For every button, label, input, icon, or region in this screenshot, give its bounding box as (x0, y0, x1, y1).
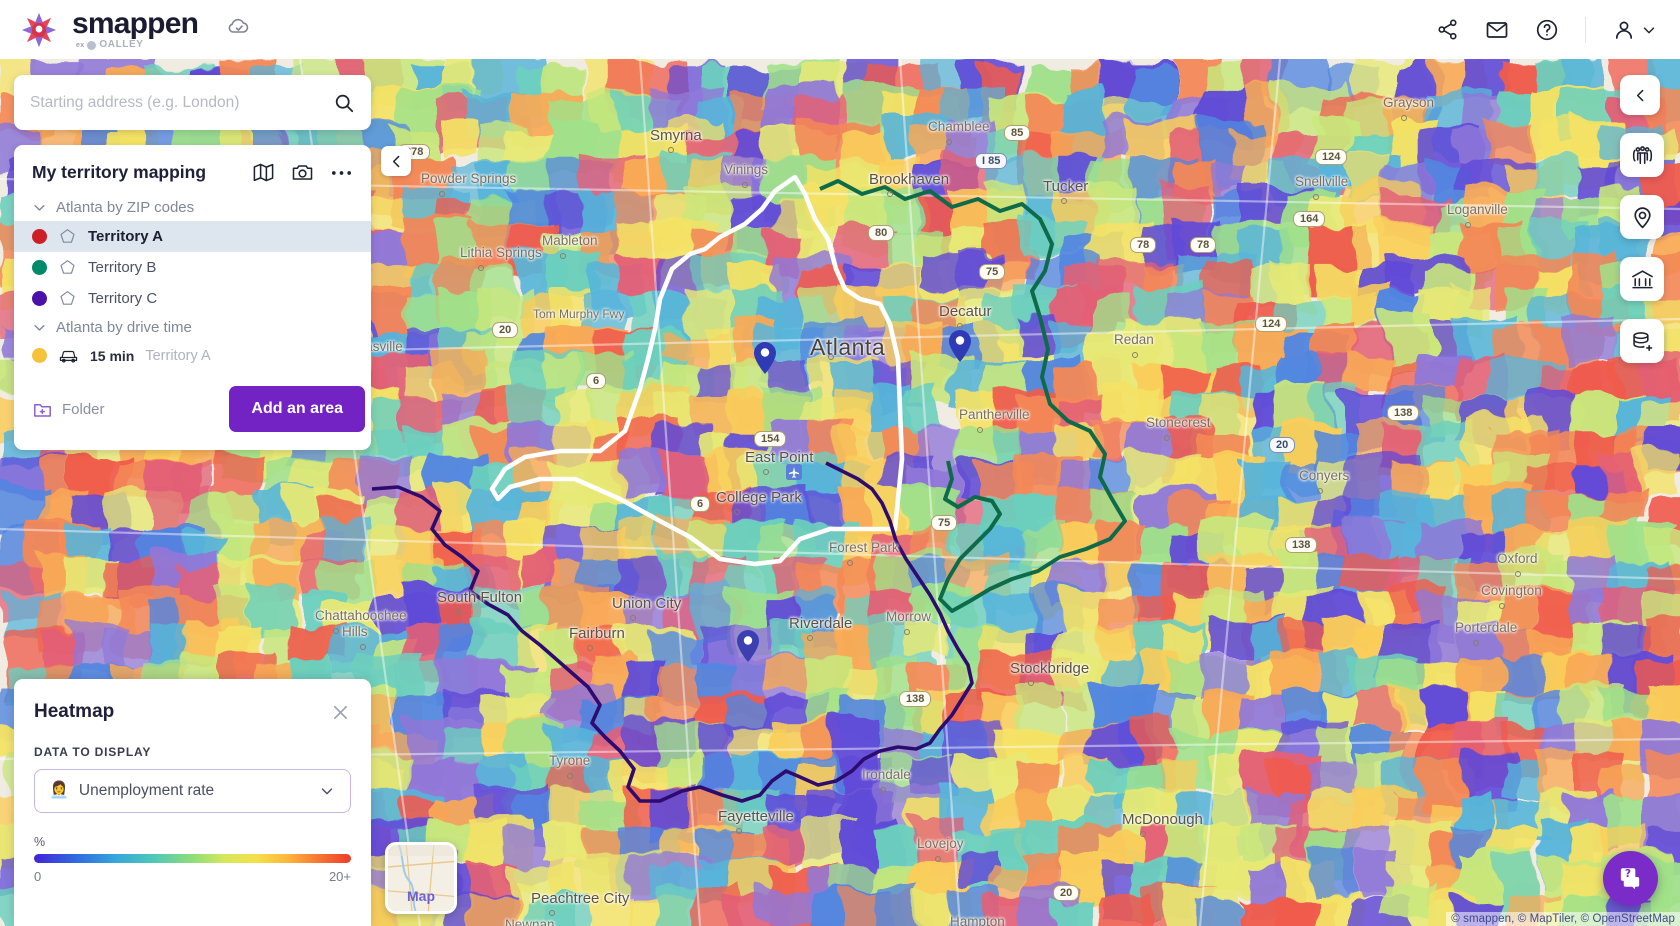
account-menu[interactable] (1612, 18, 1658, 42)
heatmap-panel: Heatmap DATA TO DISPLAY 👩‍💼 Unemployment… (14, 679, 371, 926)
smappen-flower-icon (20, 11, 58, 49)
help-icon[interactable] (1535, 18, 1559, 42)
cloud-save-icon[interactable] (226, 16, 252, 43)
chevron-down-icon (34, 204, 45, 211)
territory-label: Territory A (88, 228, 164, 245)
car-icon (59, 350, 78, 363)
drive-time-row[interactable]: 15 min Territory A (14, 341, 371, 370)
more-options-icon[interactable] (330, 168, 353, 178)
close-icon[interactable] (330, 702, 351, 723)
database-plus-icon (1632, 331, 1652, 351)
territory-label: Territory B (88, 259, 157, 276)
toolbar-divider (1585, 16, 1586, 43)
help-chat-button[interactable]: ? (1603, 851, 1658, 906)
collapse-left-panel-button[interactable] (381, 146, 411, 176)
heatmap-title: Heatmap (34, 701, 115, 722)
basemap-label: Map (407, 888, 435, 904)
chevron-left-icon (392, 155, 399, 167)
top-actions (1436, 16, 1658, 43)
camera-icon[interactable] (291, 161, 314, 184)
folder-plus-icon (34, 403, 51, 417)
brand-sub: ex OALLEY (76, 40, 198, 50)
territory-row-a[interactable]: Territory A (14, 221, 371, 252)
color-swatch[interactable] (32, 260, 47, 275)
data-to-display-select[interactable]: 👩‍💼 Unemployment rate (34, 769, 351, 813)
polygon-icon (60, 229, 75, 243)
chat-question-icon: ? (1620, 868, 1640, 890)
share-icon[interactable] (1436, 18, 1459, 41)
right-toolbar (1620, 75, 1664, 363)
data-to-display-label: DATA TO DISPLAY (34, 745, 152, 759)
drive-time-value: 15 min (90, 347, 135, 364)
folder-label: Folder (62, 400, 105, 418)
basemap-switcher[interactable]: Map (385, 842, 457, 914)
oalley-mark-icon (87, 40, 97, 50)
chevron-down-icon (34, 324, 45, 331)
add-folder-button[interactable]: Folder (32, 399, 105, 420)
group-label: Atlanta by ZIP codes (56, 199, 195, 216)
group-header-drive-time[interactable]: Atlanta by drive time (14, 314, 371, 341)
color-swatch[interactable] (32, 291, 47, 306)
brand-logo[interactable]: smappen ex OALLEY (20, 9, 252, 50)
territory-label: Territory C (88, 290, 158, 307)
search-input[interactable] (30, 93, 325, 112)
legend-unit: % (34, 835, 46, 849)
polygon-icon (60, 291, 75, 305)
search-bar[interactable] (14, 75, 371, 130)
airport-icon (786, 464, 802, 480)
brand-sub-prefix: ex (76, 41, 85, 49)
top-bar: smappen ex OALLEY (0, 0, 1680, 59)
population-data-button[interactable] (1620, 133, 1664, 177)
group-label: Atlanta by drive time (56, 319, 192, 336)
map-attribution: © smappen, © MapTiler, © OpenStreetMap (1446, 912, 1680, 926)
page-title: My territory mapping (32, 162, 207, 182)
brand-sub-name: OALLEY (99, 39, 144, 50)
color-swatch[interactable] (32, 348, 47, 363)
legend-min: 0 (34, 869, 42, 884)
group-header-zip[interactable]: Atlanta by ZIP codes (14, 194, 371, 221)
chevron-down-icon (1643, 26, 1655, 33)
add-area-button[interactable]: Add an area (229, 386, 365, 432)
legend-max: 20+ (328, 869, 351, 884)
people-icon (1632, 145, 1652, 164)
brand-name: smappen (72, 7, 199, 40)
collapse-right-panel-button[interactable] (1620, 75, 1660, 115)
office-worker-icon: 👩‍💼 (49, 782, 69, 799)
territory-row-c[interactable]: Territory C (14, 283, 371, 314)
location-pin-icon (1633, 206, 1651, 228)
map-view-icon[interactable] (252, 161, 275, 184)
chevron-left-icon (1636, 89, 1643, 101)
polygon-icon (60, 260, 75, 274)
search-icon[interactable] (325, 92, 355, 114)
layers-panel-footer: Folder Add an area (14, 370, 371, 432)
user-icon (1615, 21, 1633, 39)
mail-icon[interactable] (1485, 18, 1509, 42)
competitors-button[interactable] (1620, 257, 1664, 301)
import-data-button[interactable] (1620, 319, 1664, 363)
territory-row-b[interactable]: Territory B (14, 252, 371, 283)
drive-time-sublabel: Territory A (145, 347, 211, 364)
chevron-down-icon (321, 788, 333, 795)
bank-icon (1631, 269, 1653, 288)
color-swatch[interactable] (32, 229, 47, 244)
app-root: smappen ex OALLEY Smyrna Chamblee Grayso… (0, 0, 1680, 926)
layers-panel: My territory mapping Atlanta by ZIP code… (14, 145, 371, 450)
layers-panel-header: My territory mapping (14, 145, 371, 194)
points-of-interest-button[interactable] (1620, 195, 1664, 239)
svg-text:?: ? (1625, 868, 1631, 880)
legend-gradient-bar (34, 854, 351, 863)
selected-dataset-value: Unemployment rate (78, 782, 215, 799)
